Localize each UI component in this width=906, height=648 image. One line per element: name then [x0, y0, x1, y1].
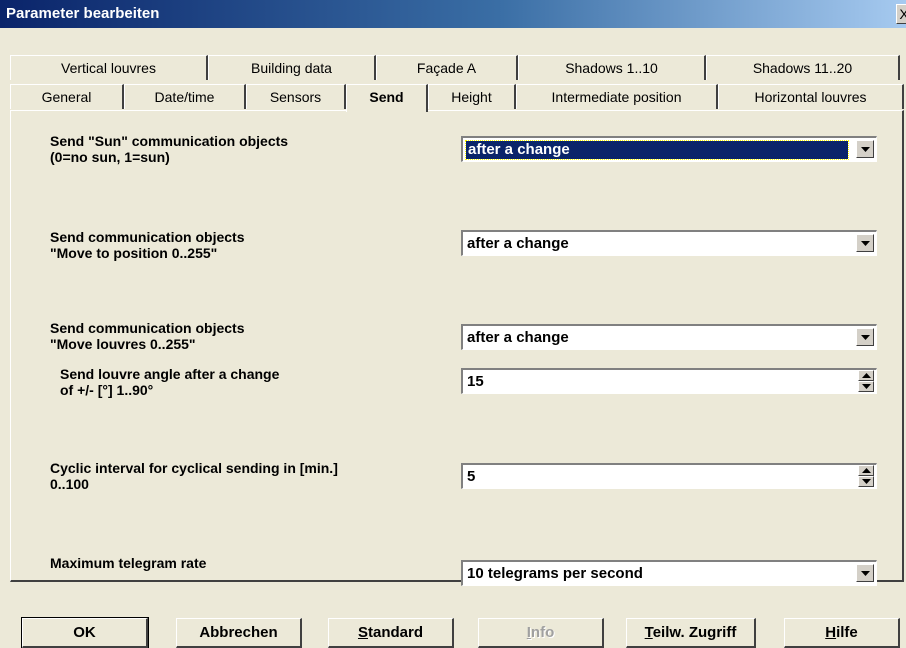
select-value: after a change — [467, 235, 569, 252]
label-line: "Move louvres 0..255" — [50, 336, 196, 352]
label-line: Send communication objects — [50, 320, 245, 336]
cyclic-interval-label: Cyclic interval for cyclical sending in … — [50, 460, 338, 492]
close-button[interactable]: X — [896, 4, 906, 24]
tab-label: Vertical louvres — [61, 60, 156, 76]
label-line: Send "Sun" communication objects — [50, 133, 289, 149]
button-label: tandard — [368, 624, 424, 641]
tab-sensors[interactable]: Sensors — [246, 84, 346, 109]
tab-vertical-louvres[interactable]: Vertical louvres — [10, 55, 208, 80]
spinner-value: 5 — [467, 468, 476, 485]
select-value: after a change — [465, 140, 849, 160]
partial-access-button[interactable]: Teilw. Zugriff — [626, 618, 756, 648]
tab-intermediate-position[interactable]: Intermediate position — [516, 84, 718, 109]
louvres-objects-select[interactable]: after a change — [461, 324, 877, 350]
button-label: ilfe — [836, 624, 858, 641]
spin-arrows-icon[interactable] — [858, 370, 874, 392]
position-objects-label: Send communication objects "Move to posi… — [50, 229, 244, 261]
ok-button[interactable]: OK — [21, 617, 149, 648]
telegram-rate-select[interactable]: 10 telegrams per second — [461, 560, 877, 586]
tab-send[interactable]: Send — [346, 84, 428, 112]
label-line: Cyclic interval for cyclical sending in … — [50, 460, 338, 476]
tab-label: Shadows 1..10 — [565, 60, 658, 76]
tab-label: General — [41, 89, 92, 105]
label-line: Send communication objects — [50, 229, 245, 245]
tab-label: Sensors — [269, 89, 322, 105]
label-line: Send louvre angle after a change — [60, 366, 280, 382]
telegram-rate-label: Maximum telegram rate — [50, 555, 206, 571]
tab-row-back: Vertical louvres Building data Façade A … — [10, 55, 900, 80]
label-line: 0..100 — [50, 476, 89, 492]
accesskey-letter: H — [825, 624, 837, 641]
accesskey-letter: S — [357, 624, 368, 641]
button-label: Abbrechen — [199, 624, 278, 641]
tab-date-time[interactable]: Date/time — [124, 84, 246, 109]
accesskey-letter: T — [644, 624, 653, 641]
chevron-down-icon[interactable] — [856, 328, 874, 346]
close-icon: X — [899, 6, 906, 22]
button-label: OK — [73, 624, 96, 641]
label-line: (0=no sun, 1=sun) — [50, 149, 170, 165]
tab-label: Date/time — [154, 89, 215, 105]
louvre-angle-spinner[interactable]: 15 — [461, 368, 877, 394]
tab-shadows-1-10[interactable]: Shadows 1..10 — [518, 55, 706, 80]
select-value: after a change — [467, 329, 569, 346]
button-label: eilw. Zugriff — [652, 624, 737, 641]
tab-general[interactable]: General — [10, 84, 124, 109]
tab-label: Send — [369, 89, 404, 105]
select-value: 10 telegrams per second — [467, 565, 643, 582]
tab-building-data[interactable]: Building data — [208, 55, 376, 80]
tab-label: Shadows 11..20 — [752, 60, 853, 76]
window-title: Parameter bearbeiten — [6, 5, 160, 22]
tab-row-front: General Date/time Sensors Send Height In… — [10, 84, 906, 112]
help-button[interactable]: Hilfe — [784, 618, 900, 648]
chevron-down-icon[interactable] — [856, 564, 874, 582]
tab-label: Façade A — [416, 60, 477, 76]
tab-label: Building data — [251, 60, 332, 76]
label-line: "Move to position 0..255" — [50, 245, 218, 261]
louvres-objects-label: Send communication objects "Move louvres… — [50, 320, 244, 352]
tab-label: Height — [451, 89, 492, 105]
tab-horizontal-louvres[interactable]: Horizontal louvres — [718, 84, 904, 109]
louvre-angle-label: Send louvre angle after a change of +/- … — [60, 366, 279, 398]
info-button[interactable]: Info — [478, 618, 604, 648]
cancel-button[interactable]: Abbrechen — [176, 618, 302, 648]
standard-button[interactable]: Standard — [328, 618, 454, 648]
tab-label: Horizontal louvres — [754, 89, 867, 105]
title-bar: Parameter bearbeiten X — [0, 0, 906, 28]
spinner-value: 15 — [467, 373, 484, 390]
chevron-down-icon[interactable] — [856, 234, 874, 252]
sun-objects-select[interactable]: after a change — [461, 136, 877, 162]
spin-arrows-icon[interactable] — [858, 465, 874, 487]
position-objects-select[interactable]: after a change — [461, 230, 877, 256]
tab-shadows-11-20[interactable]: Shadows 11..20 — [706, 55, 900, 80]
chevron-down-icon[interactable] — [856, 140, 874, 158]
tab-height[interactable]: Height — [428, 84, 516, 109]
sun-objects-label: Send "Sun" communication objects (0=no s… — [50, 133, 288, 165]
tab-facade-a[interactable]: Façade A — [376, 55, 518, 80]
label-line: of +/- [°] 1..90° — [60, 382, 154, 398]
cyclic-interval-spinner[interactable]: 5 — [461, 463, 877, 489]
tab-label: Intermediate position — [551, 89, 682, 105]
button-label: nfo — [530, 624, 555, 641]
label-line: Maximum telegram rate — [50, 555, 207, 571]
